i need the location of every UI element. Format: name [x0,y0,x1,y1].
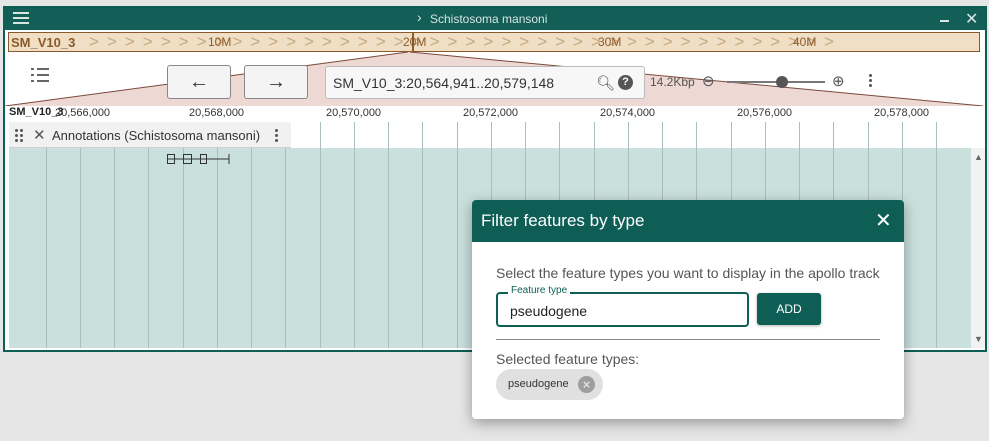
track-name: Annotations (Schistosoma mansoni) [52,128,261,143]
coordinate-ruler: SM_V10_3 20,566,000 20,568,000 20,570,00… [5,104,985,122]
arrow-left-icon: ← [189,71,209,93]
feature-type-chip: pseudogene × [496,369,603,400]
overview-tick: 30M [598,35,622,49]
back-button[interactable]: ← [167,65,231,99]
overview-tick: 20M [403,35,427,49]
scroll-up-icon[interactable]: ▲ [974,152,983,162]
overview-position-marker [412,33,414,51]
feature-type-input[interactable]: Feature type pseudogene [496,285,749,327]
grid-line [80,122,81,348]
grid-line [46,122,47,348]
dialog-description: Select the feature types you want to dis… [496,265,880,281]
view-titlebar: › Schistosoma mansoni ✕ [5,8,985,30]
grid-line [251,122,252,348]
chip-delete-icon[interactable]: × [578,376,595,393]
zoom-out-icon[interactable]: ⊖ [702,72,715,90]
location-text: SM_V10_3:20,564,941..20,579,148 [333,75,555,91]
overview-ref-name: SM_V10_3 [11,35,76,50]
grid-line [422,122,423,348]
minimize-icon[interactable] [940,20,949,22]
grid-line [148,122,149,348]
close-icon[interactable]: ✕ [965,9,978,29]
feature-type-label: Feature type [508,285,571,296]
scroll-down-icon[interactable]: ▼ [974,334,983,344]
track-menu-icon[interactable] [275,129,278,144]
zoom-slider-thumb[interactable] [776,76,788,88]
arrow-right-icon: → [266,71,286,93]
overview-tick: 10M [208,35,232,49]
grid-line [457,122,458,348]
close-track-icon[interactable]: ✕ [33,126,46,144]
dialog-header: Filter features by type ✕ [472,200,904,242]
overview-chevrons: >>>>>>>>>>>>>>>>>>>>>>>>>>>>>>>>>>>>>>>>… [89,32,842,51]
region-size-label: 14.2Kbp [650,75,695,89]
close-dialog-icon[interactable]: ✕ [875,208,892,233]
ruler-label: 20,568,000 [189,107,245,119]
overview-tick: 40M [793,35,817,49]
grid-line [114,122,115,348]
grid-line [285,122,286,348]
track-scrollbar[interactable]: ▲ ▼ [971,148,985,348]
grid-line [320,122,321,348]
view-menu-icon[interactable] [869,74,873,89]
view-title: Schistosoma mansoni [430,12,548,26]
feature-type-value: pseudogene [510,303,588,319]
overview-ruler[interactable]: >>>>>>>>>>>>>>>>>>>>>>>>>>>>>>>>>>>>>>>>… [8,32,980,52]
drag-handle-icon[interactable] [15,129,25,142]
chevron-right-icon: › [417,9,422,25]
track-selector-icon[interactable] [31,68,49,82]
grid-line [388,122,389,348]
track-label: ✕ Annotations (Schistosoma mansoni) [9,122,291,148]
ruler-label: 20,574,000 [600,107,656,119]
chip-label: pseudogene [508,378,569,390]
ruler-label: 20,572,000 [463,107,519,119]
add-button[interactable]: ADD [757,293,821,325]
ruler-label: 20,566,000 [55,107,111,119]
hamburger-icon[interactable] [13,12,29,26]
gene-feature-glyph[interactable] [165,152,231,166]
ruler-label: 20,578,000 [874,107,930,119]
location-search-input[interactable]: SM_V10_3:20,564,941..20,579,148 🔍︎ ? [325,66,645,99]
dialog-title: Filter features by type [481,211,645,230]
selected-types-label: Selected feature types: [496,351,640,367]
zoom-in-icon[interactable]: ⊕ [832,72,845,90]
grid-line [936,122,937,348]
ruler-label: 20,570,000 [326,107,382,119]
forward-button[interactable]: → [244,65,308,99]
help-icon[interactable]: ? [618,75,633,90]
grid-line [354,122,355,348]
ruler-label: 20,576,000 [737,107,793,119]
search-icon[interactable]: 🔍︎ [596,74,615,92]
divider [496,339,880,340]
filter-features-dialog: Filter features by type ✕ Select the fea… [472,200,904,419]
